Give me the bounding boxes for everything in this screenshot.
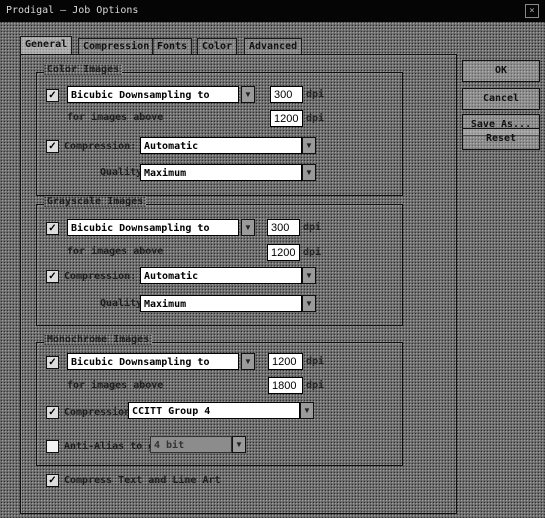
compress-text-checkbox[interactable]: ✓ — [46, 474, 59, 487]
color-above-dpi[interactable]: 1200 — [270, 110, 303, 127]
chevron-down-icon[interactable]: ▼ — [302, 295, 316, 312]
mono-antialias-select[interactable]: 4 bit — [150, 436, 232, 453]
color-compression-select[interactable]: Automatic — [140, 137, 302, 154]
chevron-down-icon[interactable]: ▼ — [302, 137, 316, 154]
gray-dpi-unit: dpi — [303, 222, 322, 233]
chevron-down-icon[interactable]: ▼ — [302, 267, 316, 284]
mono-compression-select[interactable]: CCITT Group 4 — [128, 402, 300, 419]
mono-above-label: for images above — [67, 380, 164, 391]
chevron-down-icon[interactable]: ▼ — [302, 164, 316, 181]
gray-above-label: for images above — [67, 246, 164, 257]
color-compression-label: Compression: — [64, 141, 137, 152]
tab-compression[interactable]: Compression — [78, 38, 155, 55]
chevron-down-icon[interactable]: ▼ — [241, 86, 255, 103]
mono-downsample-method[interactable]: Bicubic Downsampling to — [67, 353, 239, 370]
mono-downsample-dpi[interactable]: 1200 — [268, 353, 303, 370]
mono-downsample-checkbox[interactable]: ✓ — [46, 356, 59, 369]
gray-downsample-dpi[interactable]: 300 — [267, 219, 300, 236]
tab-general[interactable]: General — [20, 36, 73, 55]
cancel-button[interactable]: Cancel — [462, 88, 540, 110]
mono-compression-checkbox[interactable]: ✓ — [46, 406, 59, 419]
color-downsample-checkbox[interactable]: ✓ — [46, 89, 59, 102]
compress-text-label: Compress Text and Line Art — [64, 475, 221, 486]
gray-downsample-checkbox[interactable]: ✓ — [46, 222, 59, 235]
gray-above-unit: dpi — [303, 247, 322, 258]
tab-fonts[interactable]: Fonts — [152, 38, 193, 55]
title-bar: Prodigal — Job Options × — [0, 0, 545, 22]
gray-compression-select[interactable]: Automatic — [140, 267, 302, 284]
color-downsample-method[interactable]: Bicubic Downsampling to — [67, 86, 239, 103]
mono-antialias-checkbox[interactable] — [46, 440, 59, 453]
color-images-label: Color Images — [44, 64, 122, 75]
chevron-down-icon[interactable]: ▼ — [300, 402, 314, 419]
tab-advanced[interactable]: Advanced — [244, 38, 303, 55]
mono-dpi-unit: dpi — [306, 356, 325, 367]
chevron-down-icon[interactable]: ▼ — [241, 219, 255, 236]
gray-above-dpi[interactable]: 1200 — [267, 244, 300, 261]
mono-above-unit: dpi — [306, 380, 325, 391]
color-quality-select[interactable]: Maximum — [140, 164, 302, 181]
mono-compression-label: Compression: — [64, 407, 137, 418]
chevron-down-icon[interactable]: ▼ — [232, 436, 246, 453]
reset-button[interactable]: Reset — [462, 128, 540, 150]
color-compression-checkbox[interactable]: ✓ — [46, 140, 59, 153]
window-title: Prodigal — Job Options — [6, 5, 139, 16]
gray-compression-label: Compression: — [64, 271, 137, 282]
color-above-unit: dpi — [306, 113, 325, 124]
grayscale-images-label: Grayscale Images — [44, 196, 146, 207]
color-above-label: for images above — [67, 112, 164, 123]
close-icon[interactable]: × — [525, 4, 539, 18]
chevron-down-icon[interactable]: ▼ — [241, 353, 255, 370]
mono-above-dpi[interactable]: 1800 — [268, 377, 303, 394]
tab-color[interactable]: Color — [197, 38, 238, 55]
monochrome-images-label: Monochrome Images — [44, 334, 152, 345]
ok-button[interactable]: OK — [462, 60, 540, 82]
gray-compression-checkbox[interactable]: ✓ — [46, 270, 59, 283]
gray-downsample-method[interactable]: Bicubic Downsampling to — [67, 219, 239, 236]
color-dpi-unit: dpi — [306, 89, 325, 100]
color-downsample-dpi[interactable]: 300 — [270, 86, 303, 103]
gray-quality-select[interactable]: Maximum — [140, 295, 302, 312]
